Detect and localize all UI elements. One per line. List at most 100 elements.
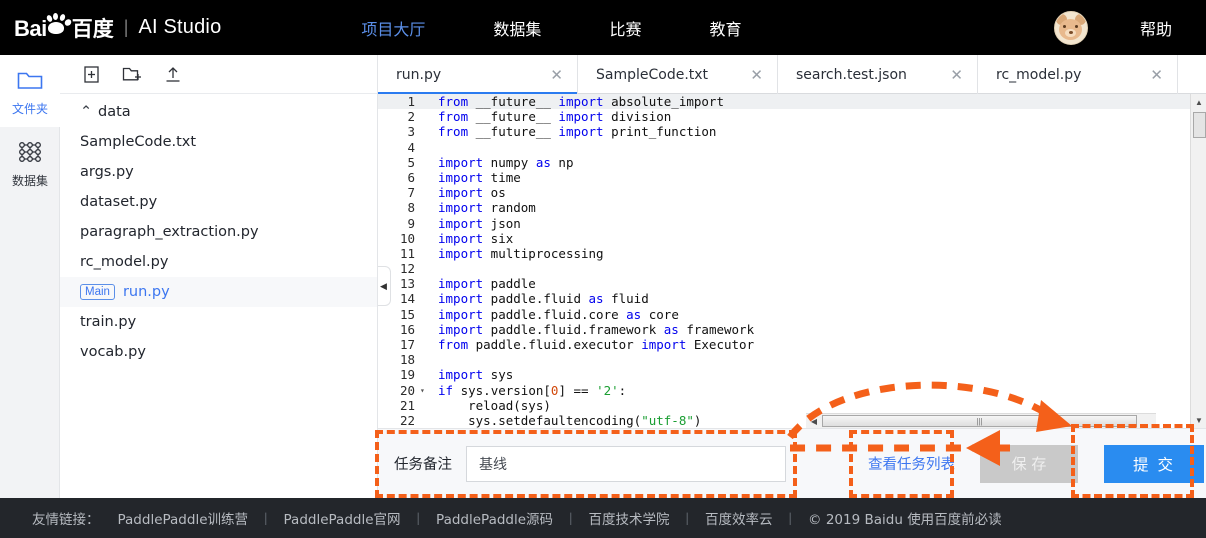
file-row-vocab[interactable]: vocab.py (60, 337, 377, 367)
line-number: 6 (378, 169, 420, 186)
code-line: 16 import paddle.fluid.framework as frame… (378, 321, 1190, 337)
new-file-button[interactable] (74, 60, 108, 88)
tab-search-test-json[interactable]: search.test.json ✕ (778, 55, 978, 94)
vertical-scroll-thumb[interactable] (1193, 112, 1206, 138)
tab-rc-model-py[interactable]: rc_model.py ✕ (978, 55, 1178, 94)
line-number: 16 (378, 321, 420, 337)
code-fold-icon[interactable] (420, 185, 430, 200)
code-text: reload(sys) (438, 397, 551, 413)
code-line: 20 ▾ if sys.version[0] == '2': (378, 382, 1190, 398)
tab-label: search.test.json (796, 66, 907, 83)
chevron-up-icon[interactable]: ⌃ (80, 104, 98, 120)
scroll-left-icon[interactable]: ◀ (806, 413, 822, 429)
scroll-up-icon[interactable]: ▲ (1191, 94, 1206, 110)
code-text: import random (438, 200, 536, 216)
rail-item-dataset[interactable]: 数据集 (0, 127, 60, 199)
code-fold-icon[interactable] (420, 140, 430, 155)
footer-link-training-camp[interactable]: PaddlePaddle训练营 (118, 508, 249, 528)
code-line: 18 (378, 352, 1190, 368)
line-number: 22 (378, 412, 420, 428)
code-surface[interactable]: 1 from __future__ import absolute_import 2… (378, 94, 1206, 428)
rail-item-folder[interactable]: 文件夹 (0, 55, 60, 127)
code-fold-icon[interactable] (420, 261, 430, 276)
code-fold-icon[interactable] (420, 94, 430, 109)
code-line: 10 import six (378, 230, 1190, 246)
file-row-rc-model[interactable]: rc_model.py (60, 247, 377, 277)
action-bar: 任务备注 查看任务列表 保 存 提 交 (378, 428, 1206, 498)
tab-label: run.py (396, 66, 442, 83)
code-fold-icon[interactable] (420, 216, 430, 231)
line-number: 19 (378, 367, 420, 383)
horizontal-scroll-thumb[interactable]: ||| (822, 415, 1137, 427)
code-line: 6 import time (378, 169, 1190, 186)
scroll-down-icon[interactable]: ▼ (1191, 412, 1206, 428)
save-button[interactable]: 保 存 (980, 444, 1078, 483)
code-text: import six (438, 230, 514, 246)
footer-link-tech-academy[interactable]: 百度技术学院 (589, 508, 670, 528)
code-fold-icon[interactable] (420, 398, 430, 413)
code-fold-icon[interactable] (420, 155, 430, 170)
view-task-list-link[interactable]: 查看任务列表 (868, 453, 955, 474)
code-text: import paddle.fluid as fluid (438, 291, 649, 307)
code-line: 19 import sys (378, 367, 1190, 383)
task-remark-input[interactable] (466, 445, 786, 482)
footer-separator: 丨 (783, 512, 798, 528)
nav-item-education[interactable]: 教育 (675, 16, 775, 40)
file-row-args[interactable]: args.py (60, 157, 377, 187)
code-fold-icon[interactable] (420, 352, 430, 367)
nav-item-projects[interactable]: 项目大厅 (327, 16, 459, 40)
code-fold-icon[interactable] (420, 246, 430, 261)
help-link[interactable]: 帮助 (1140, 16, 1172, 40)
footer-link-efficiency-cloud[interactable]: 百度效率云 (705, 508, 773, 528)
nav-item-datasets[interactable]: 数据集 (459, 16, 575, 40)
close-icon[interactable]: ✕ (950, 66, 963, 84)
tab-run-py[interactable]: run.py ✕ (378, 55, 578, 95)
code-fold-icon[interactable] (420, 413, 430, 428)
line-number: 7 (378, 185, 420, 201)
logo-ai-studio-text: AI Studio (138, 16, 222, 38)
nav-item-competitions[interactable]: 比赛 (575, 16, 675, 40)
top-header: Bai 百度 | AI Studio 项目大厅 数据集 比赛 教育 帮助 (0, 0, 1206, 55)
editor-horizontal-scrollbar[interactable]: ◀ ||| (806, 413, 1156, 428)
close-icon[interactable]: ✕ (1150, 66, 1163, 84)
code-fold-icon[interactable]: ▾ (420, 383, 430, 398)
code-fold-icon[interactable] (420, 109, 430, 124)
baidu-logo[interactable]: Bai 百度 | AI Studio (14, 12, 222, 43)
file-row-samplecode[interactable]: SampleCode.txt (60, 127, 377, 157)
logo-bai-text: Bai (14, 15, 47, 41)
tab-samplecode-txt[interactable]: SampleCode.txt ✕ (578, 55, 778, 94)
file-row-train[interactable]: train.py (60, 307, 377, 337)
code-fold-icon[interactable] (420, 231, 430, 246)
submit-button[interactable]: 提 交 (1104, 444, 1204, 483)
file-row-dataset[interactable]: dataset.py (60, 187, 377, 217)
code-lines[interactable]: 1 from __future__ import absolute_import 2… (378, 94, 1190, 428)
footer-link-official-site[interactable]: PaddlePaddle官网 (284, 508, 401, 528)
editor-vertical-scrollbar[interactable]: ▲ ▼ (1190, 94, 1206, 428)
footer-link-source-code[interactable]: PaddlePaddle源码 (436, 508, 553, 528)
code-fold-icon[interactable] (420, 170, 430, 185)
footer-separator: 丨 (680, 512, 695, 528)
close-icon[interactable]: ✕ (550, 66, 563, 84)
code-fold-icon[interactable] (420, 337, 430, 352)
close-icon[interactable]: ✕ (750, 66, 763, 84)
line-number: 2 (378, 109, 420, 125)
file-row-paragraph-extraction[interactable]: paragraph_extraction.py (60, 217, 377, 247)
code-fold-icon[interactable] (420, 367, 430, 382)
code-fold-icon[interactable] (420, 276, 430, 291)
code-fold-icon[interactable] (420, 307, 430, 322)
code-text: import paddle (438, 276, 536, 292)
code-fold-icon[interactable] (420, 200, 430, 215)
dataset-grid-icon (17, 138, 43, 166)
panel-collapse-handle[interactable]: ◀ (378, 266, 391, 306)
code-text: import paddle.fluid.core as core (438, 306, 679, 322)
code-fold-icon[interactable] (420, 322, 430, 337)
upload-button[interactable] (156, 60, 190, 88)
code-fold-icon[interactable] (420, 124, 430, 139)
avatar[interactable] (1053, 10, 1088, 45)
code-fold-icon[interactable] (420, 291, 430, 306)
file-row-data[interactable]: ⌃ data (60, 97, 377, 127)
file-row-run[interactable]: Main run.py (60, 277, 377, 307)
code-line: 4 (378, 139, 1190, 155)
new-folder-button[interactable] (115, 60, 149, 88)
